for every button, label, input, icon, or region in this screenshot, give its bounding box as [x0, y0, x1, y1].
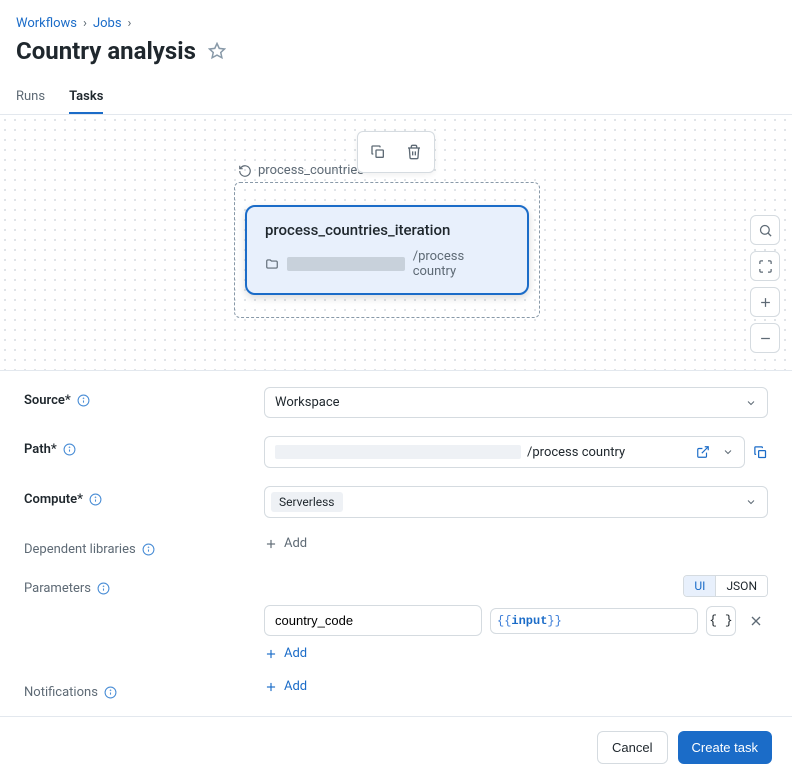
template-chip: {{input}} [497, 614, 562, 628]
folder-icon [265, 257, 279, 271]
source-value: Workspace [275, 395, 340, 410]
chevron-down-icon [745, 496, 757, 508]
fit-button[interactable] [750, 251, 780, 281]
label-notifications-text: Notifications [24, 685, 98, 700]
label-source: Source* [24, 387, 264, 408]
task-node-title: process_countries_iteration [265, 221, 509, 239]
row-source: Source* Workspace [24, 387, 768, 418]
info-icon[interactable] [104, 686, 117, 699]
add-parameter-text: Add [284, 646, 307, 661]
task-node[interactable]: process_countries_iteration /process cou… [245, 205, 529, 295]
info-icon[interactable] [89, 493, 102, 506]
external-link-icon[interactable] [696, 445, 710, 459]
add-deplib-text: Add [284, 536, 307, 551]
parameters-mode-toggle-row: UI JSON [264, 575, 768, 597]
source-select[interactable]: Workspace [264, 387, 768, 418]
info-icon[interactable] [97, 582, 110, 595]
tab-tasks[interactable]: Tasks [69, 81, 103, 114]
footer: Cancel Create task [0, 716, 792, 778]
delete-button[interactable] [398, 136, 430, 168]
label-path: Path* [24, 436, 264, 457]
row-dependent-libraries: Dependent libraries Add [24, 536, 768, 557]
canvas[interactable]: process_countries process_countries_iter… [0, 115, 792, 371]
breadcrumb-workflows[interactable]: Workflows [16, 16, 77, 31]
insert-template-button[interactable]: { } [706, 606, 736, 636]
task-node-sub: /process country [265, 249, 509, 279]
page-title: Country analysis [16, 37, 196, 65]
title-row: Country analysis [16, 37, 776, 65]
zoom-in-button[interactable] [750, 287, 780, 317]
label-notifications: Notifications [24, 679, 264, 700]
redacted-path [287, 257, 405, 271]
add-dependent-library[interactable]: Add [264, 536, 768, 551]
remove-parameter-button[interactable] [744, 609, 768, 633]
parameter-value-input[interactable]: {{input}} [490, 608, 698, 634]
form-panel: Source* Workspace Path* /process country [0, 371, 792, 716]
compute-select[interactable]: Serverless [264, 486, 768, 518]
toggle-ui[interactable]: UI [684, 576, 716, 596]
add-parameter[interactable]: Add [264, 646, 768, 661]
add-notification[interactable]: Add [264, 679, 768, 694]
search-button[interactable] [750, 215, 780, 245]
breadcrumb: Workflows › Jobs › [16, 16, 776, 31]
chevron-right-icon: › [128, 16, 132, 31]
info-icon[interactable] [63, 443, 76, 456]
parameter-key-input[interactable] [264, 605, 482, 636]
row-path: Path* /process country [24, 436, 768, 468]
copy-path-icon[interactable] [753, 445, 768, 460]
zoom-out-button[interactable] [750, 323, 780, 353]
label-compute-text: Compute* [24, 492, 83, 507]
info-icon[interactable] [142, 543, 155, 556]
create-task-button[interactable]: Create task [678, 731, 772, 764]
canvas-toolbar [357, 131, 435, 173]
header: Workflows › Jobs › Country analysis [0, 0, 792, 65]
path-input[interactable]: /process country [264, 436, 745, 468]
loop-icon [238, 164, 252, 178]
chevron-right-icon: › [83, 16, 87, 31]
label-compute: Compute* [24, 486, 264, 507]
redacted-path-prefix [275, 445, 521, 459]
parameter-row: {{input}} { } [264, 605, 768, 636]
path-suffix: /process country [527, 445, 625, 460]
label-deplib-text: Dependent libraries [24, 542, 136, 557]
chevron-down-icon [745, 397, 757, 409]
toggle-json[interactable]: JSON [716, 576, 767, 596]
info-icon[interactable] [77, 394, 90, 407]
label-parameters-text: Parameters [24, 581, 91, 596]
label-source-text: Source* [24, 393, 71, 408]
label-path-text: Path* [24, 442, 57, 457]
label-parameters: Parameters [24, 575, 264, 596]
group-box: process_countries_iteration /process cou… [234, 182, 540, 318]
compute-tag: Serverless [271, 492, 343, 512]
star-icon[interactable] [208, 42, 226, 60]
view-controls [750, 215, 780, 353]
chevron-down-icon[interactable] [722, 446, 734, 458]
tab-runs[interactable]: Runs [16, 81, 45, 114]
row-compute: Compute* Serverless [24, 486, 768, 518]
add-notification-text: Add [284, 679, 307, 694]
cancel-button[interactable]: Cancel [597, 731, 667, 764]
tabs: Runs Tasks [0, 81, 792, 115]
row-parameters: Parameters UI JSON {{input}} { } [24, 575, 768, 661]
task-group: process_countries process_countries_iter… [234, 163, 540, 318]
breadcrumb-jobs[interactable]: Jobs [93, 16, 122, 31]
group-label: process_countries [258, 163, 364, 178]
copy-button[interactable] [362, 136, 394, 168]
task-node-path-suffix: /process country [413, 249, 509, 279]
label-dependent-libraries: Dependent libraries [24, 536, 264, 557]
row-notifications: Notifications Add [24, 679, 768, 700]
parameters-mode-toggle: UI JSON [683, 575, 768, 597]
